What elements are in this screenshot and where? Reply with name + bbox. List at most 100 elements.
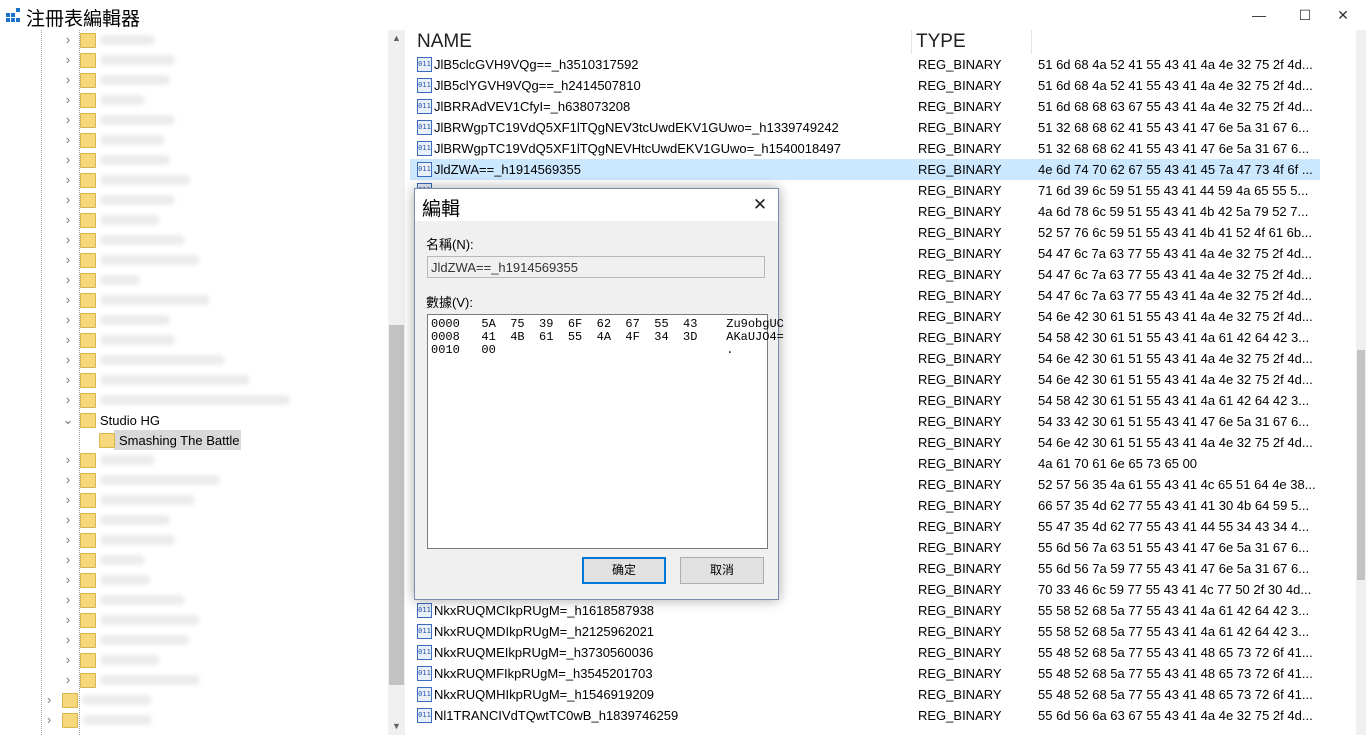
chevron-right-icon[interactable]: › — [62, 153, 74, 167]
table-row[interactable]: 011 NkxRUQMEIkpRUgM=_h3730560036 REG_BINAR… — [410, 642, 1320, 663]
column-divider[interactable] — [1031, 30, 1032, 54]
table-row[interactable]: 011 NkxRUQMHIkpRUgM=_h1546919209 REG_BINAR… — [410, 684, 1320, 705]
tree-scroll-thumb[interactable] — [389, 325, 404, 685]
chevron-right-icon[interactable]: › — [62, 333, 74, 347]
chevron-right-icon[interactable]: › — [62, 593, 74, 607]
tree-item[interactable]: › — [0, 630, 388, 650]
tree-item[interactable]: › — [0, 250, 388, 270]
table-row[interactable]: 011 JlB5clYGVH9VQg==_h2414507810 REG_BINAR… — [410, 75, 1320, 96]
chevron-right-icon[interactable]: › — [62, 613, 74, 627]
tree-item[interactable]: › — [0, 110, 388, 130]
chevron-right-icon[interactable]: › — [62, 73, 74, 87]
chevron-right-icon[interactable]: › — [62, 53, 74, 67]
chevron-right-icon[interactable]: › — [62, 173, 74, 187]
chevron-right-icon[interactable]: › — [62, 453, 74, 467]
value-data-cell: 4e 6d 74 70 62 67 55 43 41 45 7a 47 73 4… — [1038, 162, 1313, 177]
chevron-right-icon[interactable]: › — [62, 33, 74, 47]
tree-item[interactable]: › — [0, 70, 388, 90]
chevron-right-icon[interactable]: › — [62, 373, 74, 387]
tree-item[interactable]: › — [0, 90, 388, 110]
tree-item[interactable]: › — [0, 590, 388, 610]
cancel-button[interactable]: 取消 — [680, 557, 764, 584]
tree-item[interactable]: › — [0, 390, 388, 410]
chevron-right-icon[interactable]: › — [62, 113, 74, 127]
list-scrollbar[interactable] — [1356, 30, 1366, 735]
tree-item[interactable]: Smashing The Battle — [0, 430, 388, 450]
column-divider[interactable] — [911, 30, 912, 54]
tree-item[interactable]: › — [0, 690, 388, 710]
tree-item[interactable]: › — [0, 510, 388, 530]
ok-button[interactable]: 确定 — [582, 557, 666, 584]
tree-item[interactable]: › — [0, 530, 388, 550]
tree-item[interactable]: › — [0, 310, 388, 330]
chevron-right-icon[interactable]: › — [62, 493, 74, 507]
dialog-close-icon[interactable]: ✕ — [748, 193, 772, 217]
minimize-button[interactable]: — — [1236, 0, 1282, 30]
column-header-name[interactable]: NAME — [417, 30, 472, 54]
tree-item[interactable]: › — [0, 210, 388, 230]
table-row[interactable]: 011 NkxRUQMFIkpRUgM=_h3545201703 REG_BINAR… — [410, 663, 1320, 684]
chevron-right-icon[interactable]: › — [62, 393, 74, 407]
tree-item[interactable]: › — [0, 610, 388, 630]
close-window-button[interactable]: ✕ — [1320, 0, 1366, 30]
chevron-right-icon[interactable]: › — [62, 213, 74, 227]
tree-item[interactable]: ⌄ Studio HG — [0, 410, 388, 430]
chevron-right-icon[interactable]: › — [43, 693, 55, 707]
table-row[interactable]: 011 NkxRUQMCIkpRUgM=_h1618587938 REG_BINAR… — [410, 600, 1320, 621]
table-row[interactable]: 011 JldZWA==_h1914569355 REG_BINARY 4e 6d 7… — [410, 159, 1320, 180]
chevron-right-icon[interactable]: › — [62, 533, 74, 547]
tree-item[interactable]: › — [0, 190, 388, 210]
table-row[interactable]: 011 NkxRUQMDIkpRUgM=_h2125962021 REG_BINAR… — [410, 621, 1320, 642]
chevron-right-icon[interactable]: › — [62, 93, 74, 107]
chevron-right-icon[interactable]: › — [62, 273, 74, 287]
tree-item[interactable]: › — [0, 550, 388, 570]
tree-item[interactable]: › — [0, 450, 388, 470]
scroll-down-arrow-icon[interactable]: ▼ — [388, 718, 405, 735]
table-row[interactable]: 011 Nl1TRANCIVdTQwtTC0wB_h1839746259 REG_B… — [410, 705, 1320, 726]
chevron-right-icon[interactable]: › — [62, 573, 74, 587]
tree-item[interactable]: › — [0, 270, 388, 290]
table-row[interactable]: 011 JlBRWgpTC19VdQ5XF1lTQgNEV3tcUwdEKV1GU… — [410, 117, 1320, 138]
tree-item[interactable]: › — [0, 470, 388, 490]
tree-item[interactable]: › — [0, 330, 388, 350]
value-data-cell: 52 57 76 6c 59 51 55 43 41 4b 41 52 4f 6… — [1038, 225, 1312, 240]
tree-scrollbar[interactable]: ▲ ▼ — [388, 30, 405, 735]
chevron-right-icon[interactable]: › — [62, 553, 74, 567]
chevron-right-icon[interactable]: › — [62, 313, 74, 327]
tree-item[interactable]: › — [0, 50, 388, 70]
tree-item[interactable]: › — [0, 170, 388, 190]
chevron-right-icon[interactable]: › — [62, 513, 74, 527]
chevron-right-icon[interactable]: › — [62, 673, 74, 687]
chevron-right-icon[interactable]: › — [62, 473, 74, 487]
tree-item[interactable]: › — [0, 490, 388, 510]
tree-item[interactable]: › — [0, 650, 388, 670]
tree-item[interactable]: › — [0, 130, 388, 150]
chevron-right-icon[interactable]: › — [62, 133, 74, 147]
chevron-right-icon[interactable]: › — [62, 233, 74, 247]
hex-data-editor[interactable]: 0000 5A 75 39 6F 62 67 55 43 Zu9obgUC 00… — [427, 314, 784, 549]
tree-item[interactable]: › — [0, 30, 388, 50]
tree-item[interactable]: › — [0, 670, 388, 690]
list-scroll-thumb[interactable] — [1357, 350, 1365, 580]
tree-item[interactable]: › — [0, 230, 388, 250]
key-tree-pane[interactable]: › › › › › › › › › › › › › › › › › › › ⌄ Studio HG Smashing Th… — [0, 30, 405, 735]
table-row[interactable]: 011 JlBRWgpTC19VdQ5XF1lTQgNEVHtcUwdEKV1GU… — [410, 138, 1320, 159]
chevron-right-icon[interactable]: › — [43, 713, 55, 727]
tree-item[interactable]: › — [0, 290, 388, 310]
chevron-right-icon[interactable]: › — [62, 653, 74, 667]
table-row[interactable]: 011 JlB5clcGVH9VQg==_h3510317592 REG_BINAR… — [410, 54, 1320, 75]
chevron-right-icon[interactable]: › — [62, 193, 74, 207]
chevron-right-icon[interactable]: › — [62, 353, 74, 367]
chevron-right-icon[interactable]: › — [62, 253, 74, 267]
tree-item[interactable]: › — [0, 570, 388, 590]
chevron-down-icon[interactable]: ⌄ — [62, 413, 74, 427]
scroll-up-arrow-icon[interactable]: ▲ — [388, 30, 405, 47]
chevron-right-icon[interactable]: › — [62, 293, 74, 307]
table-row[interactable]: 011 JlBRRAdVEV1CfyI=_h638073208 REG_BINARY… — [410, 96, 1320, 117]
tree-item[interactable]: › — [0, 350, 388, 370]
tree-item[interactable]: › — [0, 370, 388, 390]
tree-item[interactable]: › — [0, 710, 388, 730]
tree-item[interactable]: › — [0, 150, 388, 170]
column-header-type[interactable]: TYPE — [916, 30, 966, 54]
chevron-right-icon[interactable]: › — [62, 633, 74, 647]
